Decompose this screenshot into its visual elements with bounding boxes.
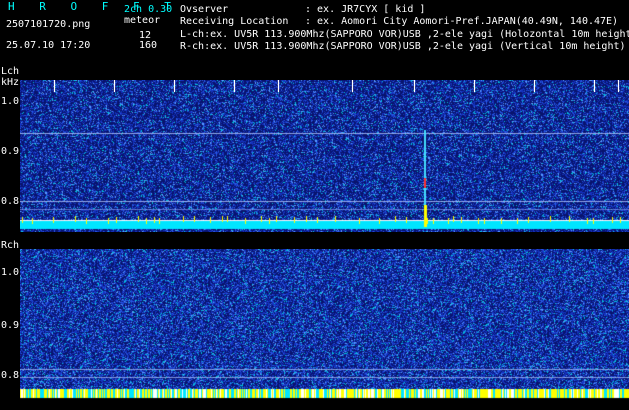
rch-ytick-1: 1.0: [1, 267, 20, 278]
rch-label: Rch: [1, 240, 20, 251]
lch-minute-bar: [174, 80, 175, 92]
lch-ytick-2: 0.9: [1, 146, 20, 157]
lch-minute-bar: [414, 80, 415, 92]
rch-ytick-3: 0.8: [1, 370, 20, 381]
datetime-label: 25.07.10 17:20: [6, 40, 91, 51]
observer-value: : ex. JR7CYX [ kid ]: [305, 4, 426, 15]
lch-minute-bar: [534, 80, 535, 92]
lch-minute-bar: [234, 80, 235, 92]
lch-info: L-ch:ex. UV5R 113.900Mhz(SAPPORO VOR)USB…: [180, 29, 629, 40]
location-value: : ex. Aomori City Aomori-Pref.JAPAN(40.4…: [305, 16, 619, 27]
rch-spectrogram: [20, 249, 629, 401]
lch-spectrogram: [20, 80, 629, 232]
lch-unit: kHz: [1, 77, 20, 88]
lch-minute-bar: [594, 80, 595, 92]
lch-label: Lch: [1, 66, 20, 77]
lch-minute-bar: [474, 80, 475, 92]
lch-spectrogram-canvas: [20, 80, 629, 232]
lch-minute-bar: [114, 80, 115, 92]
lch-minute-bar: [54, 80, 55, 92]
rch-spectrogram-canvas: [20, 249, 629, 401]
lch-minute-bar: [278, 80, 279, 92]
location-label: Receiving Location: [180, 16, 289, 27]
count-rch: 160: [139, 40, 158, 51]
lch-minute-bar: [618, 80, 619, 92]
observer-label: Ovserver: [180, 4, 229, 15]
rch-ytick-2: 0.9: [1, 320, 20, 331]
lch-ytick-1: 1.0: [1, 96, 20, 107]
rch-info: R-ch:ex. UV5R 113.900Mhz(SAPPORO VOR)USB…: [180, 41, 626, 52]
lch-minute-bar: [352, 80, 353, 92]
lch-ytick-3: 0.8: [1, 196, 20, 207]
type-label: meteor: [124, 15, 161, 26]
filename-label: 2507101720.png: [6, 19, 91, 30]
